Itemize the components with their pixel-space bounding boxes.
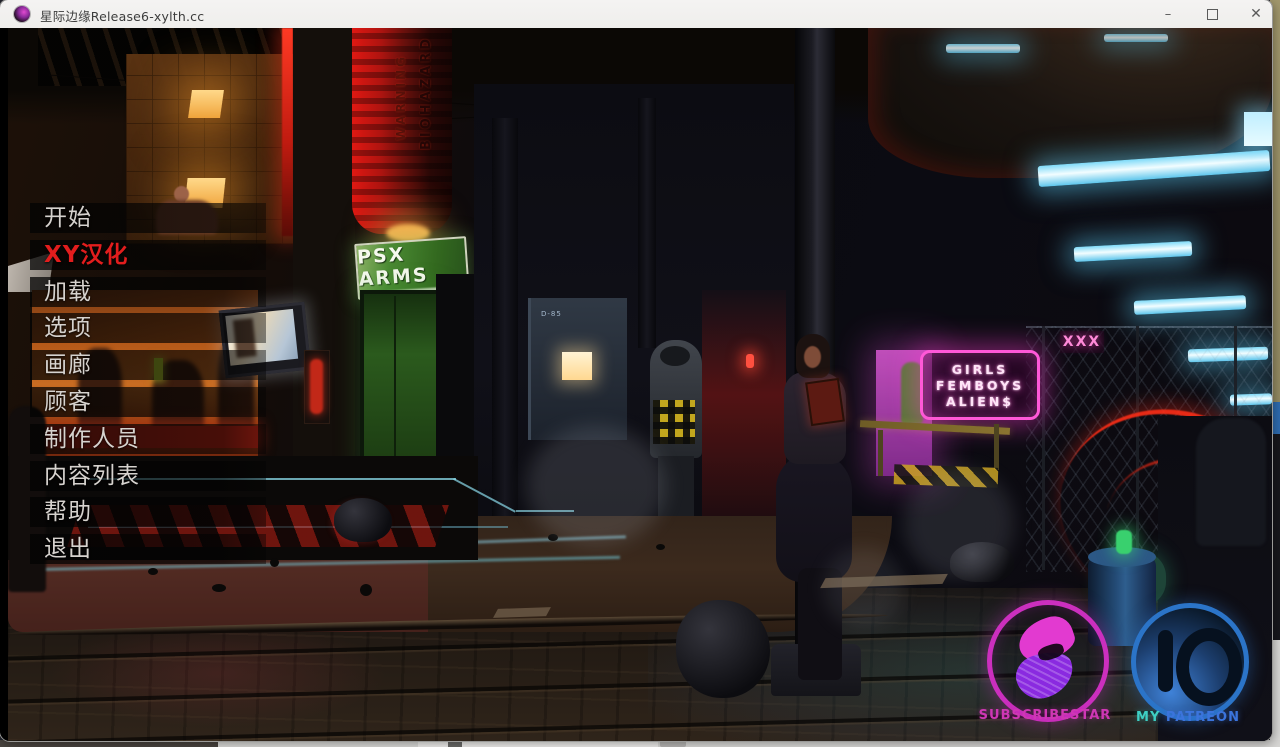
- menu-item-gallery[interactable]: 画廊: [30, 350, 266, 380]
- titlebar[interactable]: 星际边缘Release6-xylth.cc – ✕: [0, 0, 1272, 29]
- game-scene: BIOHAZARD WARNING PSX ARMS D-85: [8, 28, 1272, 741]
- menu-item-customers[interactable]: 顾客: [30, 387, 266, 417]
- menu-item-quit[interactable]: 退出: [30, 534, 266, 564]
- desktop: 星际边缘Release6-xylth.cc – ✕: [0, 0, 1280, 747]
- kiosk-screen: [562, 352, 592, 380]
- menu-item-load[interactable]: 加载: [30, 277, 266, 307]
- steam: [526, 426, 666, 546]
- fluorescent-tube: [1074, 241, 1193, 262]
- neon-sign-line: FEMBOYS: [936, 378, 1024, 393]
- close-icon: ✕: [1250, 6, 1262, 22]
- taskbar-segment: [880, 740, 1280, 747]
- fence-post: [1042, 326, 1045, 570]
- biohazard-text: BIOHAZARD: [419, 36, 434, 150]
- debris: [656, 544, 665, 550]
- menu-item-credits[interactable]: 制作人员: [30, 424, 266, 454]
- leaning-woman-face: [804, 346, 821, 368]
- green-door: [360, 290, 440, 470]
- seated-figure: [1196, 418, 1266, 546]
- patreon-icon: [1158, 630, 1173, 692]
- fluorescent-tube: [1134, 295, 1247, 315]
- taskbar-icon-sliver: [448, 740, 462, 747]
- fluorescent-tube: [1244, 112, 1272, 146]
- warning-text: WARNING: [394, 54, 408, 141]
- trash-bag: [676, 600, 770, 698]
- game-viewport: BIOHAZARD WARNING PSX ARMS D-85: [0, 28, 1272, 741]
- close-button[interactable]: ✕: [1234, 0, 1272, 28]
- subscribestar-label[interactable]: SUBSCRIBESTAR: [970, 708, 1120, 723]
- hood-shadow: [660, 346, 690, 366]
- red-neon-strip: [282, 28, 293, 236]
- patreon-icon: [1176, 628, 1242, 706]
- menu-item-options[interactable]: 选项: [30, 313, 266, 343]
- app-icon: [14, 6, 30, 22]
- steam: [904, 468, 1014, 578]
- menu-item-help[interactable]: 帮助: [30, 497, 266, 527]
- taskbar-segment: [0, 740, 218, 747]
- minimize-button[interactable]: –: [1146, 0, 1190, 28]
- game-window: 星际边缘Release6-xylth.cc – ✕: [0, 0, 1272, 741]
- xxx-text: XXX: [1063, 334, 1101, 350]
- main-menu: 开始 XY汉化 加载 选项 画廊 顾客 制作人员 内容列表 帮助 退出: [30, 203, 266, 571]
- girls-femboys-aliens-sign: GIRLS FEMBOYS ALIEN$: [920, 350, 1040, 420]
- subscribestar-logo[interactable]: [987, 600, 1109, 722]
- xxx-sign: XXX: [1060, 331, 1104, 353]
- debris: [212, 584, 226, 592]
- green-door-seam: [394, 296, 396, 456]
- neon-sign-line: GIRLS: [952, 362, 1009, 377]
- steam: [824, 548, 904, 628]
- window-title: 星际边缘Release6-xylth.cc: [40, 6, 204, 25]
- red-sign-figure: [310, 359, 323, 414]
- wall-lamp: [188, 90, 224, 118]
- yellow-crate: [653, 400, 695, 444]
- patreon-logo[interactable]: [1131, 603, 1249, 721]
- maximize-button[interactable]: [1190, 0, 1234, 28]
- neon-sign-line: ALIEN$: [946, 394, 1014, 409]
- patreon-label-rest: PATREON: [1166, 710, 1240, 725]
- minimize-icon: –: [1165, 7, 1172, 22]
- menu-item-xy-patch[interactable]: XY汉化: [30, 240, 266, 270]
- pillar: [638, 98, 656, 348]
- fluorescent-tube: [946, 44, 1020, 53]
- debris: [360, 584, 372, 596]
- taskbar[interactable]: [0, 740, 1280, 747]
- trash-bag: [334, 498, 392, 542]
- handheld-device: [805, 378, 845, 426]
- fluorescent-tube: [1104, 34, 1168, 42]
- pillar: [492, 118, 518, 538]
- railing-post: [994, 424, 999, 470]
- taskbar-segment: [660, 740, 686, 747]
- maximize-icon: [1207, 9, 1218, 20]
- railing-post: [878, 430, 883, 476]
- kiosk-label: D-85: [541, 310, 562, 318]
- debris: [270, 558, 279, 567]
- patreon-label[interactable]: MY PATREON: [1126, 710, 1250, 725]
- biohazard-sign: BIOHAZARD WARNING: [352, 28, 452, 234]
- menu-item-start[interactable]: 开始: [30, 203, 266, 233]
- green-bottle-glow: [1116, 530, 1132, 554]
- small-red-sign: [304, 350, 330, 424]
- menu-item-content-list[interactable]: 内容列表: [30, 461, 266, 491]
- red-lamp: [746, 354, 754, 368]
- patreon-label-my: MY: [1136, 710, 1166, 725]
